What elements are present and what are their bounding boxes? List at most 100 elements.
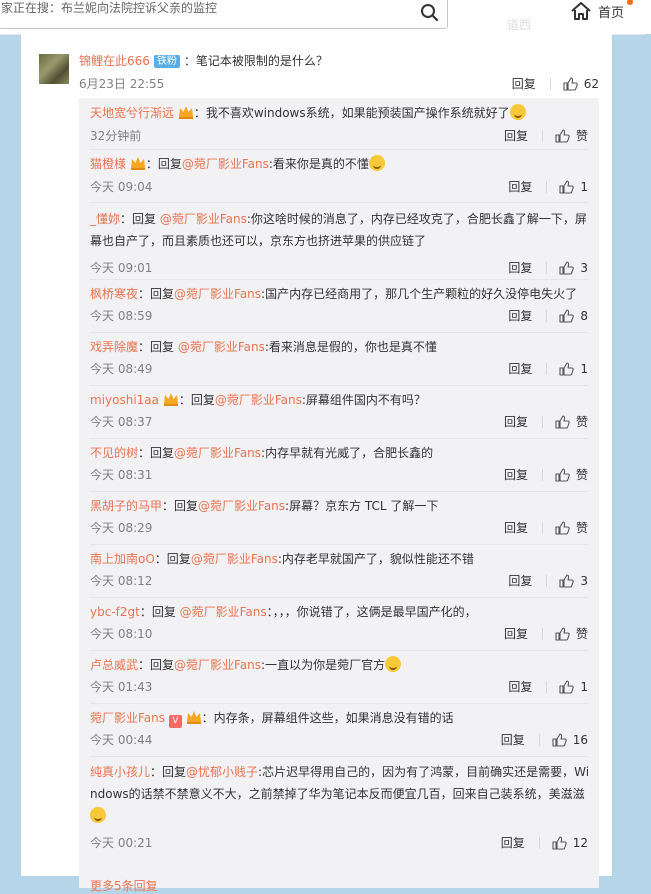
reply-prefix: ：回复 <box>154 552 191 566</box>
divider <box>90 279 588 280</box>
reply-button[interactable]: 回复 <box>508 178 532 195</box>
reply-button[interactable]: 回复 <box>512 75 536 92</box>
reply-time: 今天 08:29 <box>90 521 153 535</box>
reply-body: :国产内存已经商用了，那几个生产颗粒的好久没停电失火了 <box>261 287 578 301</box>
like-count: 16 <box>572 732 588 747</box>
like-count: 3 <box>580 573 588 588</box>
reply-button[interactable]: 回复 <box>501 731 525 748</box>
mention-link[interactable]: @菀厂影业Fans <box>182 157 269 171</box>
action-divider <box>546 680 548 693</box>
like-icon[interactable] <box>555 414 570 429</box>
like-icon[interactable] <box>552 835 567 850</box>
like-count: 1 <box>580 361 588 376</box>
reply-time: 今天 00:21 <box>90 836 153 850</box>
like-icon[interactable] <box>563 76 578 91</box>
reply-prefix: ：回复 <box>120 212 160 226</box>
like-icon[interactable] <box>559 260 575 275</box>
mention-link[interactable]: @菀厂影业Fans <box>191 552 278 566</box>
reply-prefix: ：回复 <box>145 157 182 171</box>
reply-username[interactable]: 菀厂影业Fans <box>90 711 165 725</box>
like-icon[interactable] <box>559 361 575 376</box>
reply-button[interactable]: 回复 <box>504 625 528 642</box>
reply-button[interactable]: 回复 <box>508 307 532 324</box>
like-icon[interactable] <box>552 732 567 747</box>
mention-link[interactable]: @菀厂影业Fans <box>174 658 261 672</box>
member-crown-icon <box>130 157 145 170</box>
search-input[interactable]: 家正在搜：布兰妮向法院控诉父亲的监控 <box>0 0 448 29</box>
divider <box>90 703 588 704</box>
reply-username[interactable]: 纯真小孩儿 <box>90 765 150 779</box>
reply-time: 今天 01:43 <box>90 680 153 694</box>
main-comment-time: 6月23日 22:55 <box>79 77 165 91</box>
divider <box>90 491 588 492</box>
reply-button[interactable]: 回复 <box>504 519 528 536</box>
like-icon[interactable] <box>559 179 575 194</box>
like-icon[interactable] <box>559 308 575 323</box>
reply-item: 南上加南oO：回复@菀厂影业Fans:内存老早就国产了，貌似性能还不错 今天 08… <box>79 546 599 598</box>
like-icon[interactable] <box>555 626 570 641</box>
reply-time: 今天 08:10 <box>90 627 153 641</box>
reply-prefix: ：回复 <box>139 605 180 619</box>
reply-button[interactable]: 回复 <box>504 466 528 483</box>
reply-button[interactable]: 回复 <box>508 360 532 377</box>
reply-username[interactable]: 枫桥寒夜 <box>90 287 138 301</box>
reply-text: miyoshi1aa ：回复@菀厂影业Fans:屏幕组件国内不有吗？ <box>90 389 590 411</box>
reply-button[interactable]: 回复 <box>504 127 528 144</box>
reply-username[interactable]: miyoshi1aa <box>90 393 159 407</box>
main-comment-username[interactable]: 锦鲤在此666 <box>79 54 150 68</box>
action-divider <box>538 836 540 849</box>
reply-actions: 回复 赞 <box>504 466 588 483</box>
like-icon[interactable] <box>555 467 570 482</box>
action-divider <box>541 415 543 428</box>
mention-link[interactable]: @菀厂影业Fans <box>160 212 247 226</box>
reply-actions: 回复 16 <box>501 731 588 748</box>
reply-button[interactable]: 回复 <box>501 834 525 851</box>
reply-button[interactable]: 回复 <box>508 572 532 589</box>
reply-username[interactable]: 卢总威武 <box>90 658 138 672</box>
reply-username[interactable]: 猫橙様 <box>90 157 126 171</box>
search-icon[interactable] <box>419 2 441 22</box>
like-icon[interactable] <box>559 679 575 694</box>
reply-username[interactable]: 南上加南oO <box>90 552 155 566</box>
reply-actions: 回复 12 <box>501 834 588 851</box>
top-nav-bar: 家正在搜：布兰妮向法院控诉父亲的监控 道西 首页 <box>0 0 651 35</box>
more-replies-link[interactable]: 更多5条回复 <box>90 877 158 894</box>
reply-username[interactable]: 戏弄除魔 <box>90 340 138 354</box>
mention-link[interactable]: @菀厂影业Fans <box>174 446 261 460</box>
reply-button[interactable]: 回复 <box>508 259 532 276</box>
divider <box>90 385 588 386</box>
mention-link[interactable]: @菀厂影业Fans <box>174 287 261 301</box>
reply-time: 今天 00:44 <box>90 733 153 747</box>
mention-link[interactable]: @菀厂影业Fans <box>178 340 265 354</box>
reply-text: 卢总威武：回复@菀厂影业Fans:一直以为你是菀厂官方 <box>90 654 590 676</box>
reply-username[interactable]: 天地宽兮行渐远 <box>90 106 174 120</box>
mention-link[interactable]: @菀厂影业Fans <box>180 605 267 619</box>
comment-panel: 锦鲤在此666 铁粉 ：笔记本被限制的是什么？ 6月23日 22:55 回复 62 … <box>21 34 612 893</box>
home-nav-link[interactable]: 首页 <box>570 0 633 22</box>
like-icon[interactable] <box>555 128 570 143</box>
member-crown-icon <box>186 711 201 724</box>
avatar[interactable] <box>39 54 69 84</box>
reply-username[interactable]: _懂妳 <box>90 212 120 226</box>
like-icon[interactable] <box>559 573 575 588</box>
mention-link[interactable]: @忧郁小贱子 <box>186 765 258 779</box>
reply-time: 今天 08:59 <box>90 309 153 323</box>
reply-username[interactable]: ybc-f2gt <box>90 605 140 619</box>
action-divider <box>546 261 548 274</box>
mention-link[interactable]: @菀厂影业Fans <box>198 499 285 513</box>
reply-username[interactable]: 黑胡子的马甲 <box>90 499 162 513</box>
home-label: 首页 <box>598 5 625 21</box>
like-icon[interactable] <box>555 520 570 535</box>
reply-prefix: ：回复 <box>138 340 178 354</box>
mention-link[interactable]: @菀厂影业Fans <box>215 393 302 407</box>
reply-button[interactable]: 回复 <box>504 413 528 430</box>
scrollbar[interactable] <box>645 34 651 876</box>
reply-time: 今天 08:49 <box>90 362 153 376</box>
reply-button[interactable]: 回复 <box>508 678 532 695</box>
fan-badge[interactable]: 铁粉 <box>153 55 180 68</box>
divider <box>90 756 588 757</box>
reply-body: :内存早就有光威了，合肥长鑫的 <box>261 446 434 460</box>
reply-actions: 回复 8 <box>508 307 588 324</box>
reply-username[interactable]: 不见的树 <box>90 446 138 460</box>
reply-item: 纯真小孩儿：回复@忧郁小贱子:芯片迟早得用自己的，因为有了鸿蒙，目前确实还是需要… <box>79 758 599 858</box>
